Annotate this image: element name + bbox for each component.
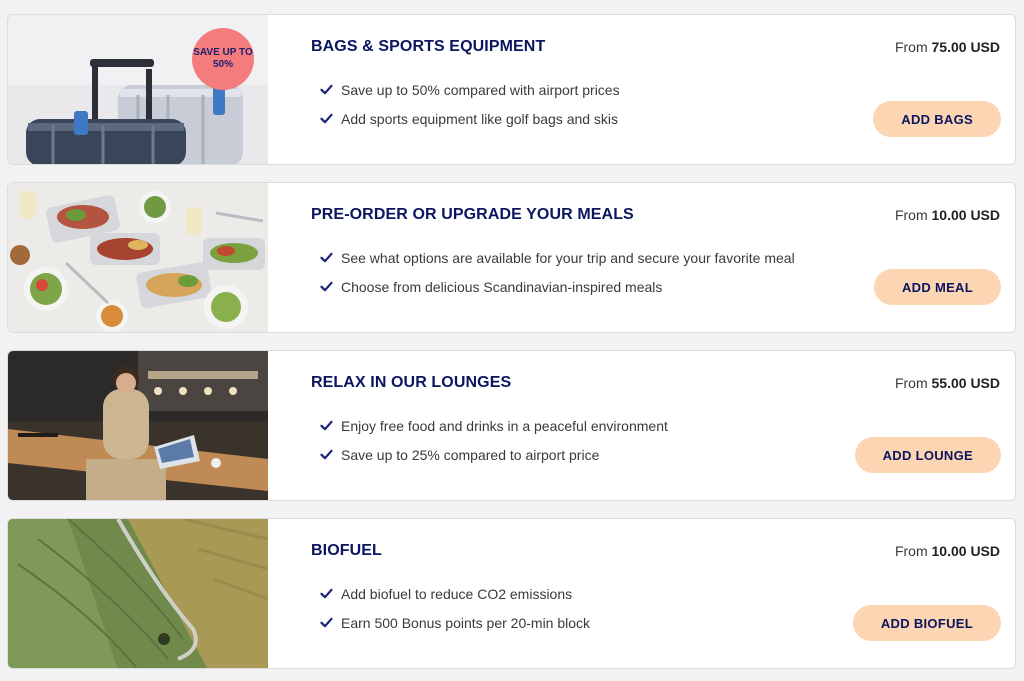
feature-text: Choose from delicious Scandinavian-inspi… xyxy=(341,278,663,295)
card-title: RELAX IN OUR LOUNGES xyxy=(311,374,512,391)
card-title: PRE-ORDER OR UPGRADE YOUR MEALS xyxy=(311,206,634,223)
ancillary-list: SAVE UP TO 50% BAGS & SPORTS EQUIPMENT S… xyxy=(0,0,1024,681)
card-lounges: RELAX IN OUR LOUNGES Enjoy free food and… xyxy=(7,350,1016,501)
card-bags: SAVE UP TO 50% BAGS & SPORTS EQUIPMENT S… xyxy=(7,14,1016,165)
feature-text: See what options are available for your … xyxy=(341,249,795,266)
feature-text: Enjoy free food and drinks in a peaceful… xyxy=(341,417,668,434)
feature-item: Add sports equipment like golf bags and … xyxy=(320,104,620,133)
add-meal-button[interactable]: ADD MEAL xyxy=(873,269,1001,305)
add-biofuel-button[interactable]: ADD BIOFUEL xyxy=(852,605,1001,641)
check-icon xyxy=(320,448,333,461)
meals-image xyxy=(8,183,268,332)
price-value: 10.00 USD xyxy=(931,543,1000,559)
add-bags-button[interactable]: ADD BAGS xyxy=(873,101,1001,137)
card-biofuel: BIOFUEL Add biofuel to reduce CO2 emissi… xyxy=(7,518,1016,669)
feature-item: Enjoy free food and drinks in a peaceful… xyxy=(320,411,668,440)
price-prefix: From xyxy=(894,207,928,223)
check-icon xyxy=(320,280,333,293)
check-icon xyxy=(320,587,333,600)
feature-item: Add biofuel to reduce CO2 emissions xyxy=(320,579,590,608)
add-lounge-button[interactable]: ADD LOUNGE xyxy=(854,437,1001,473)
feature-list: Save up to 50% compared with airport pri… xyxy=(320,75,620,133)
luggage-image: SAVE UP TO 50% xyxy=(8,15,268,164)
lounge-image xyxy=(8,351,268,500)
check-icon xyxy=(320,83,333,96)
check-icon xyxy=(320,251,333,264)
feature-list: See what options are available for your … xyxy=(320,243,795,301)
feature-item: See what options are available for your … xyxy=(320,243,795,272)
price-value: 75.00 USD xyxy=(931,39,1000,55)
save-badge: SAVE UP TO 50% xyxy=(192,28,254,90)
check-icon xyxy=(320,616,333,629)
price: From 75.00 USD xyxy=(895,39,1000,55)
card-title: BIOFUEL xyxy=(311,542,382,559)
feature-item: Earn 500 Bonus points per 20-min block xyxy=(320,608,590,637)
price: From 55.00 USD xyxy=(895,375,1000,391)
feature-list: Add biofuel to reduce CO2 emissions Earn… xyxy=(320,579,590,637)
price-value: 10.00 USD xyxy=(931,207,1000,223)
feature-item: Save up to 25% compared to airport price xyxy=(320,440,668,469)
price: From 10.00 USD xyxy=(895,207,1000,223)
feature-text: Save up to 25% compared to airport price xyxy=(341,446,600,463)
feature-text: Earn 500 Bonus points per 20-min block xyxy=(341,614,591,631)
feature-item: Save up to 50% compared with airport pri… xyxy=(320,75,620,104)
card-meals: PRE-ORDER OR UPGRADE YOUR MEALS See what… xyxy=(7,182,1016,333)
price-prefix: From xyxy=(894,375,928,391)
card-title: BAGS & SPORTS EQUIPMENT xyxy=(311,38,546,55)
feature-text: Save up to 50% compared with airport pri… xyxy=(341,81,620,98)
price-prefix: From xyxy=(894,39,928,55)
price: From 10.00 USD xyxy=(895,543,1000,559)
check-icon xyxy=(320,419,333,432)
check-icon xyxy=(320,112,333,125)
feature-item: Choose from delicious Scandinavian-inspi… xyxy=(320,272,795,301)
price-prefix: From xyxy=(894,543,928,559)
price-value: 55.00 USD xyxy=(931,375,1000,391)
fields-image xyxy=(8,519,268,668)
feature-list: Enjoy free food and drinks in a peaceful… xyxy=(320,411,668,469)
feature-text: Add sports equipment like golf bags and … xyxy=(341,110,619,127)
feature-text: Add biofuel to reduce CO2 emissions xyxy=(341,585,573,602)
